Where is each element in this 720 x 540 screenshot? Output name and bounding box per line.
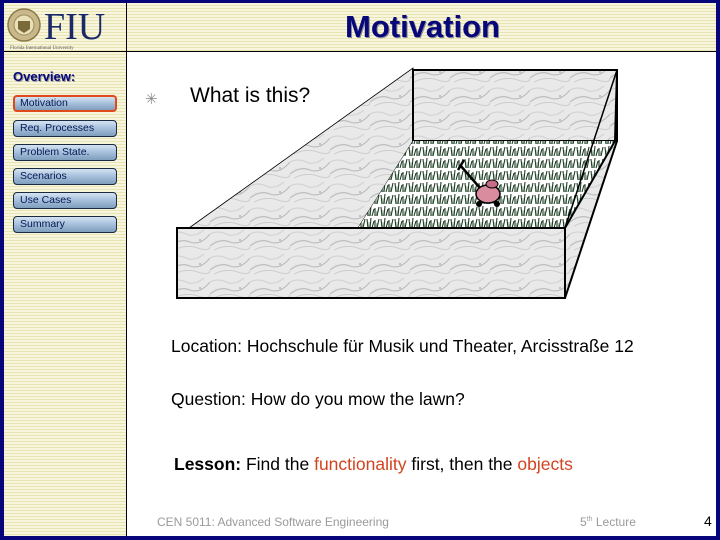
location-text: Location: Hochschule für Musik und Theat…	[171, 336, 634, 356]
sidebar-item-motivation[interactable]: Motivation	[13, 95, 117, 112]
logo-cell: FIU Florida International University	[4, 3, 127, 52]
sidebar: Overview: Motivation Req. Processes Prob…	[4, 52, 127, 536]
question-text: Question: How do you mow the lawn?	[171, 389, 465, 409]
fiu-logo: FIU Florida International University	[7, 6, 105, 51]
sidebar-item-use-cases[interactable]: Use Cases	[13, 192, 117, 209]
logo-text: FIU	[44, 6, 105, 48]
lawn-illustration	[176, 67, 618, 299]
lesson-highlight-objects: objects	[517, 454, 573, 474]
asterisk-bullet-icon: ✳	[145, 91, 158, 108]
footer-course: CEN 5011: Advanced Software Engineering	[157, 515, 389, 529]
lecture-number: 5	[580, 515, 587, 529]
lecture-label: Lecture	[592, 515, 636, 529]
sidebar-item-problem-statement[interactable]: Problem State.	[13, 144, 117, 161]
footer-lecture: 5th Lecture	[580, 515, 636, 529]
lesson-part1: Find the	[241, 454, 315, 474]
back-wall	[412, 69, 618, 142]
slide-title: Motivation	[345, 9, 500, 44]
title-bar: Motivation	[127, 3, 716, 52]
lesson-highlight-functionality: functionality	[314, 454, 407, 474]
lesson-text: Lesson: Find the functionality first, th…	[174, 454, 573, 475]
sidebar-item-summary[interactable]: Summary	[13, 216, 117, 233]
lesson-label: Lesson:	[174, 454, 242, 474]
page-number: 4	[704, 513, 712, 529]
front-wall	[176, 227, 566, 299]
sidebar-heading: Overview:	[13, 69, 76, 84]
logo-subtitle: Florida International University	[10, 46, 74, 51]
sidebar-item-req-processes[interactable]: Req. Processes	[13, 120, 117, 137]
lesson-part2: first, then the	[406, 454, 518, 474]
sidebar-item-scenarios[interactable]: Scenarios	[13, 168, 117, 185]
